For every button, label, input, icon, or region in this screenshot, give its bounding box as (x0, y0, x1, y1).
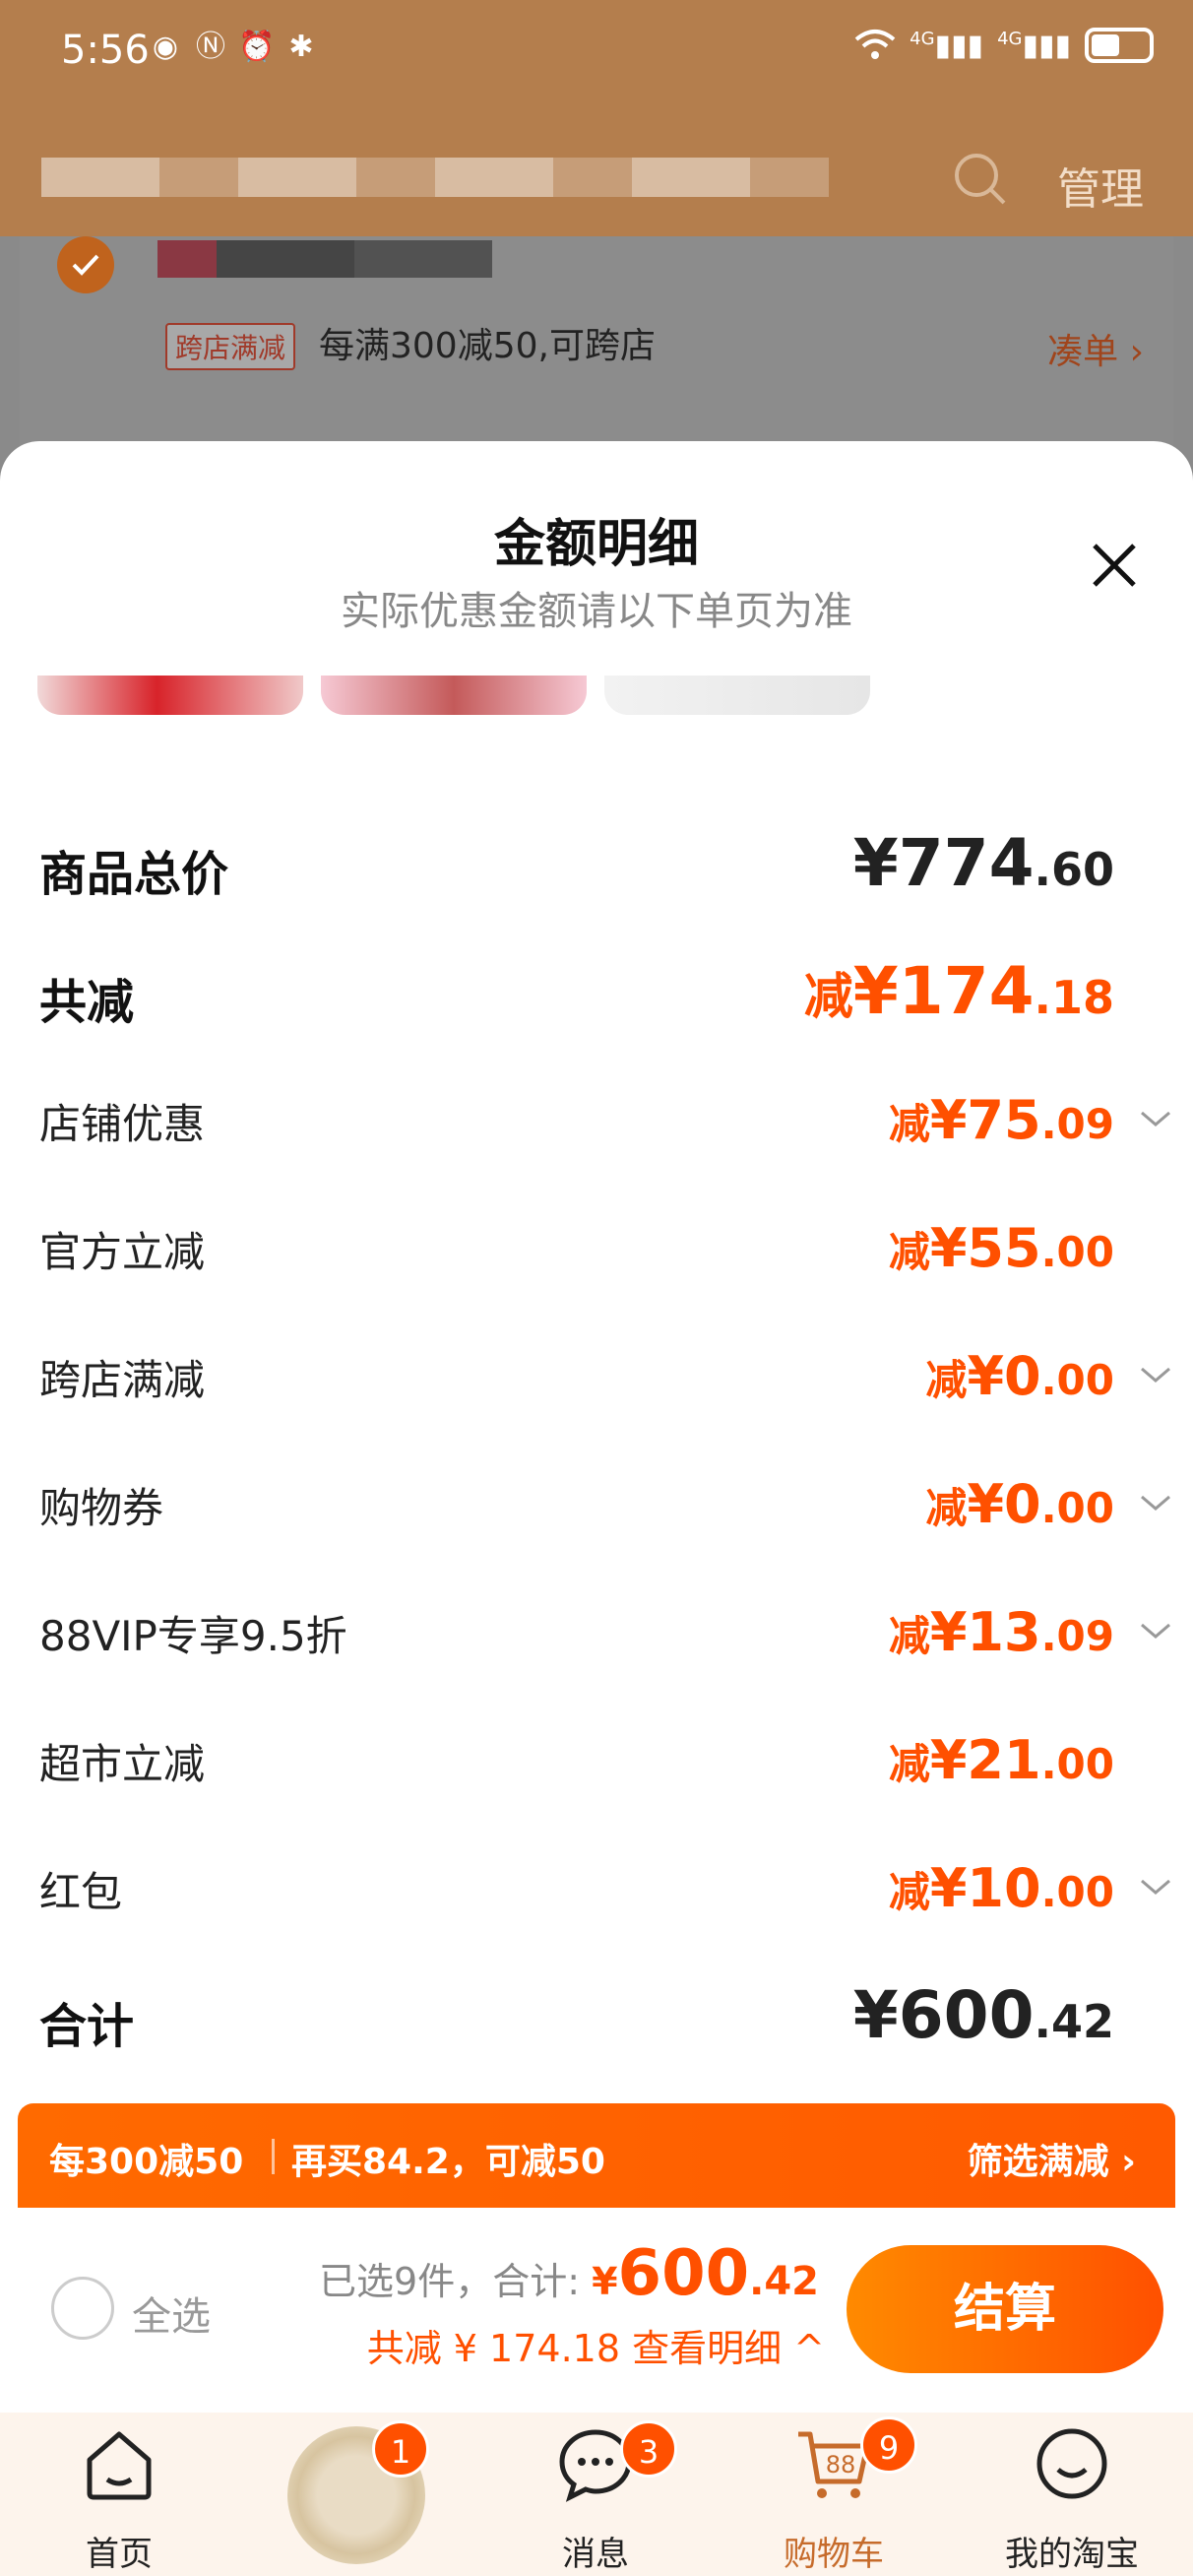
profile-icon (1036, 2428, 1107, 2499)
amount-row-label: 跨店满减 (39, 1356, 206, 1404)
cross-store-tag: 跨店满减 (165, 323, 296, 370)
app-icon: ◉ (152, 30, 179, 64)
product-thumbnail-strip (37, 676, 923, 717)
svg-text:88: 88 (826, 2451, 856, 2479)
divider (272, 2139, 275, 2174)
tab-label: 购物车 (784, 2535, 884, 2574)
filter-promo-link[interactable]: 筛选满减 › (968, 2133, 1136, 2184)
battery-icon (1085, 28, 1154, 63)
amount-detail-sheet: 金额明细 实际优惠金额请以下单页为准 商品总价 ¥774.60 共减 减¥174.18… (0, 441, 1193, 2210)
tab-product-feed[interactable]: 1 (238, 2413, 476, 2576)
tab-my-taobao[interactable]: 我的淘宝 (953, 2413, 1191, 2576)
status-bar: 5:56 ◉ Ⓝ ⏰ ✱ 4G▮▮▮ 4G▮▮▮ (0, 0, 1193, 118)
select-all-checkbox[interactable] (51, 2277, 114, 2340)
amount-row-label: 超市立减 (39, 1740, 206, 1788)
amount-row-value: 减¥0.00 (925, 1345, 1114, 1407)
home-icon (87, 2431, 152, 2500)
select-all-label[interactable]: 全选 (132, 2285, 211, 2342)
amount-row: 共减 减¥174.18 (39, 953, 1154, 1032)
amount-row-value: 减¥13.09 (888, 1601, 1114, 1663)
signal-4g-icon-2: 4G▮▮▮ (997, 28, 1071, 63)
sheet-title: 金额明细 (493, 515, 699, 574)
status-left-icons: ◉ Ⓝ ⏰ ✱ (148, 30, 319, 65)
amount-row: 合计 ¥600.42 (39, 1977, 1154, 2056)
promo-hint: 再买84.2，可减50 (291, 2142, 605, 2182)
status-time: 5:56 (61, 28, 150, 73)
amount-row-value: 减¥75.09 (888, 1089, 1114, 1151)
store-card: 跨店满减 每满300减50,可跨店 凑单 › (20, 236, 1173, 463)
view-detail-toggle[interactable]: 共减 ¥ 174.18 查看明细 ^ (367, 2318, 825, 2372)
tab-label: 我的淘宝 (1005, 2535, 1139, 2574)
manage-button: 管理 (1057, 164, 1144, 215)
badge: 3 (620, 2420, 677, 2478)
cart-header: 管理 (0, 118, 1193, 236)
badge: 1 (372, 2420, 429, 2478)
wifi-icon (854, 30, 896, 59)
total-amount: ¥600.42 (592, 2237, 819, 2310)
amount-row[interactable]: 店铺优惠 减¥75.09 (39, 1081, 1170, 1160)
amount-row-label: 共减 (39, 975, 135, 1030)
amount-row-label: 店铺优惠 (39, 1100, 206, 1148)
amount-row-value: ¥774.60 (852, 825, 1114, 901)
cross-store-promo-bar[interactable]: 每300减50 再买84.2，可减50 筛选满减 › (18, 2103, 1175, 2208)
badge: 9 (860, 2416, 917, 2474)
selected-summary: 已选9件，合计: ¥600.42 (319, 2237, 819, 2310)
selected-count: 已选9件，合计: (319, 2260, 580, 2303)
bluetooth-icon: ✱ (288, 30, 314, 64)
amount-row-value: 减¥21.00 (888, 1729, 1114, 1791)
product-thumbnail[interactable] (321, 676, 587, 715)
amount-row: 官方立减 减¥55.00 (39, 1209, 1154, 1288)
promo-text: 每满300减50,可跨店 (319, 326, 656, 366)
amount-row[interactable]: 购物券 减¥0.00 (39, 1465, 1170, 1544)
chevron-down-icon[interactable] (1136, 1619, 1175, 1642)
checkout-button[interactable]: 结算 (847, 2245, 1163, 2373)
promo-rule: 每300减50 (49, 2142, 244, 2182)
amount-row: 超市立减 减¥21.00 (39, 1721, 1154, 1800)
product-thumbnail[interactable] (604, 676, 870, 715)
tab-label: 消息 (562, 2535, 629, 2574)
amount-row[interactable]: 跨店满减 减¥0.00 (39, 1337, 1170, 1416)
signal-4g-icon: 4G▮▮▮ (910, 28, 984, 63)
chevron-down-icon[interactable] (1136, 1875, 1175, 1899)
chevron-down-icon[interactable] (1136, 1491, 1175, 1514)
tab-label: 首页 (86, 2535, 153, 2574)
product-thumbnail[interactable] (37, 676, 303, 715)
add-items-link: 凑单 › (1047, 332, 1144, 372)
amount-row-label: 合计 (39, 1999, 135, 2054)
amount-row: 商品总价 ¥774.60 (39, 825, 1154, 904)
amount-row[interactable]: 88VIP专享9.5折 减¥13.09 (39, 1593, 1170, 1672)
amount-row-value: 减¥0.00 (925, 1473, 1114, 1535)
amount-row[interactable]: 红包 减¥10.00 (39, 1849, 1170, 1928)
amount-row-value: ¥600.42 (852, 1977, 1114, 2053)
tab-home[interactable]: 首页 (0, 2413, 238, 2576)
nfc-icon: Ⓝ (196, 30, 225, 64)
checkout-bar: 全选 已选9件，合计: ¥600.42 共减 ¥ 174.18 查看明细 ^ 结… (0, 2208, 1193, 2413)
alarm-icon: ⏰ (238, 30, 276, 64)
store-check-icon (57, 236, 114, 293)
amount-row-value: 减¥174.18 (803, 953, 1114, 1029)
amount-row-label: 官方立减 (39, 1228, 206, 1276)
amount-row-label: 商品总价 (39, 847, 229, 902)
tab-cart[interactable]: 88 9 购物车 (715, 2413, 953, 2576)
chevron-down-icon[interactable] (1136, 1107, 1175, 1130)
amount-row-label: 购物券 (39, 1484, 164, 1532)
blurred-address (41, 158, 829, 197)
amount-row-value: 减¥10.00 (888, 1857, 1114, 1919)
blurred-store-name (157, 240, 492, 278)
bottom-tab-bar: 首页 1 3 消息 88 9 购物车 我的淘宝 (0, 2413, 1193, 2576)
amount-row-value: 减¥55.00 (888, 1217, 1114, 1279)
status-right: 4G▮▮▮ 4G▮▮▮ (854, 28, 1154, 63)
search-icon (955, 154, 1006, 205)
amount-row-label: 88VIP专享9.5折 (39, 1612, 347, 1660)
amount-row-label: 红包 (39, 1868, 123, 1916)
chevron-down-icon[interactable] (1136, 1363, 1175, 1386)
close-icon[interactable] (1083, 534, 1146, 597)
sheet-subtitle: 实际优惠金额请以下单页为准 (341, 589, 852, 634)
tab-messages[interactable]: 3 消息 (476, 2413, 715, 2576)
